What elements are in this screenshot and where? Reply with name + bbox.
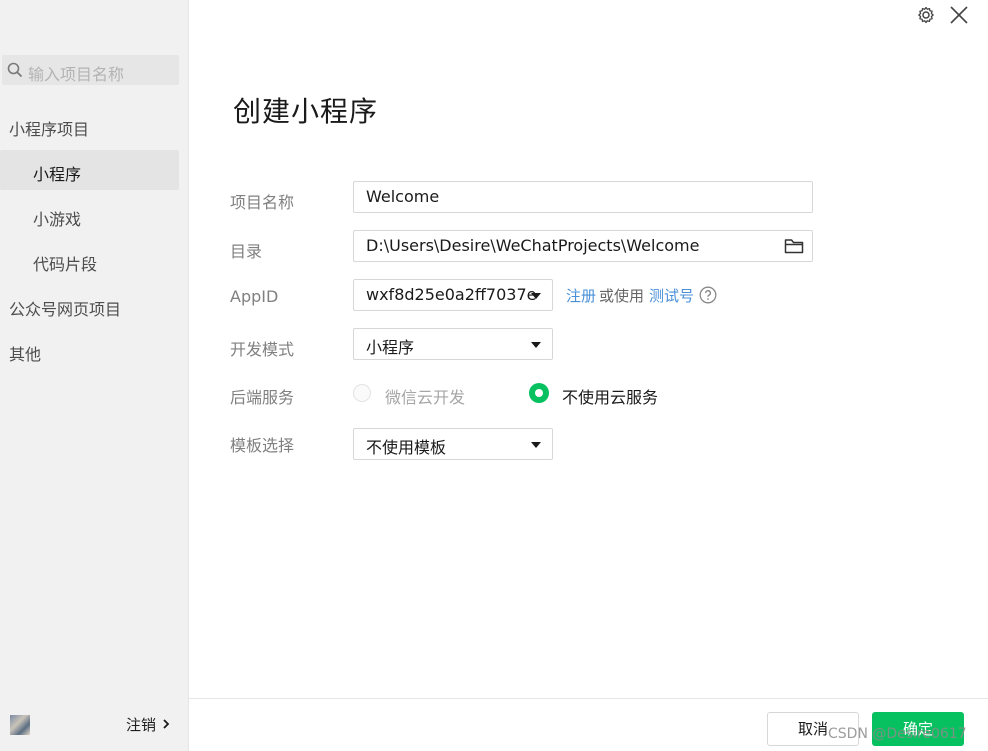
logout-button[interactable]: 注销 xyxy=(126,714,156,735)
or-use-text: 或使用 xyxy=(599,287,645,305)
folder-icon[interactable] xyxy=(784,237,804,255)
dev-mode-value: 小程序 xyxy=(366,338,415,357)
search-input[interactable]: 输入项目名称 xyxy=(28,61,124,85)
sidebar-item-miniprogram-projects[interactable]: 小程序项目 xyxy=(9,116,89,140)
search-box[interactable]: 输入项目名称 xyxy=(2,55,179,85)
template-label: 模板选择 xyxy=(230,436,295,455)
register-link[interactable]: 注册 xyxy=(566,285,596,306)
directory-value: D:\Users\Desire\WeChatProjects\Welcome xyxy=(366,236,700,255)
dropdown-arrow-icon xyxy=(531,342,541,348)
appid-select[interactable]: wxf8d25e0a2ff7037e xyxy=(353,279,553,311)
template-value: 不使用模板 xyxy=(366,438,447,457)
search-icon xyxy=(7,62,23,78)
radio-wechat-cloud-label[interactable]: 微信云开发 xyxy=(385,384,465,408)
avatar[interactable] xyxy=(10,715,30,735)
sidebar: 输入项目名称 小程序项目 小程序 小游戏 代码片段 公众号网页项目 其他 注销 xyxy=(0,0,189,751)
project-name-label: 项目名称 xyxy=(230,193,295,212)
backend-label: 后端服务 xyxy=(230,388,295,407)
project-name-value: Welcome xyxy=(366,187,440,206)
radio-no-cloud-label[interactable]: 不使用云服务 xyxy=(562,384,658,408)
sidebar-item-miniprogram[interactable]: 小程序 xyxy=(33,161,81,185)
sidebar-item-other[interactable]: 其他 xyxy=(9,341,41,365)
page-title: 创建小程序 xyxy=(233,95,379,128)
selected-item-highlight xyxy=(0,150,179,190)
template-select[interactable]: 不使用模板 xyxy=(353,428,553,460)
dropdown-arrow-icon xyxy=(531,293,541,299)
dev-mode-select[interactable]: 小程序 xyxy=(353,328,553,360)
appid-value: wxf8d25e0a2ff7037e xyxy=(366,285,537,304)
directory-label: 目录 xyxy=(230,242,263,261)
sidebar-item-official-account-web[interactable]: 公众号网页项目 xyxy=(9,296,121,320)
gear-icon[interactable] xyxy=(917,6,935,24)
sidebar-item-code-snippet[interactable]: 代码片段 xyxy=(33,251,97,275)
sidebar-item-minigame[interactable]: 小游戏 xyxy=(33,206,81,230)
directory-field[interactable]: D:\Users\Desire\WeChatProjects\Welcome xyxy=(353,230,813,262)
test-account-link[interactable]: 测试号 xyxy=(649,285,694,306)
dropdown-arrow-icon xyxy=(531,442,541,448)
appid-label: AppID xyxy=(230,287,279,306)
dev-mode-label: 开发模式 xyxy=(230,340,295,359)
help-icon[interactable] xyxy=(699,286,717,304)
close-icon[interactable] xyxy=(949,5,969,25)
footer-divider xyxy=(189,698,988,699)
watermark: CSDN @Desire0617 xyxy=(828,726,967,742)
radio-no-cloud[interactable] xyxy=(529,383,549,403)
project-name-field[interactable]: Welcome xyxy=(353,181,813,213)
radio-wechat-cloud[interactable] xyxy=(353,384,371,402)
chevron-right-icon[interactable] xyxy=(162,718,170,730)
